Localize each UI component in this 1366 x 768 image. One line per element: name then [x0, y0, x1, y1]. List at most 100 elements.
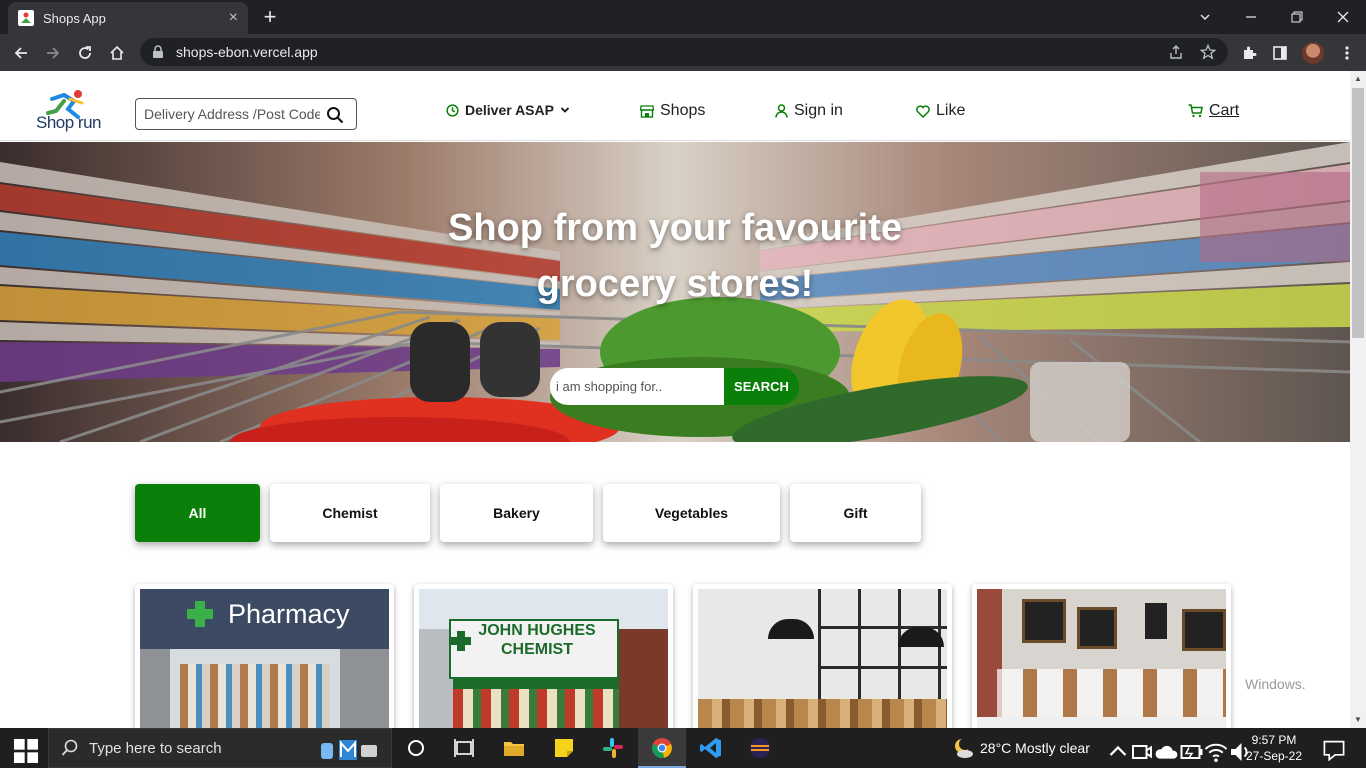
chrome-icon[interactable]: [650, 736, 674, 760]
taskbar-search-box[interactable]: Type here to search: [48, 728, 392, 768]
nav-cart-label: Cart: [1209, 102, 1240, 119]
page-scrollbar[interactable]: ▲ ▼: [1350, 71, 1366, 728]
chemist-shop-image: JOHN HUGHES CHEMIST: [419, 589, 668, 728]
category-chemist-button[interactable]: Chemist: [270, 484, 430, 542]
hero-banner: Shop from your favourite grocery stores!…: [0, 142, 1350, 442]
tab-title: Shops App: [43, 10, 106, 26]
task-view-icon[interactable]: [452, 736, 476, 760]
share-icon[interactable]: [1168, 44, 1184, 60]
show-hidden-icons-icon[interactable]: [1106, 740, 1130, 764]
eclipse-icon[interactable]: [748, 736, 772, 760]
hero-search-box[interactable]: SEARCH: [550, 368, 799, 405]
delivery-address-box[interactable]: [135, 98, 357, 130]
category-bakery-button[interactable]: Bakery: [440, 484, 593, 542]
reload-icon[interactable]: [72, 40, 98, 66]
pharmacy-shop-image: Pharmacy: [140, 589, 389, 728]
bakery-shop-image: [698, 589, 947, 728]
battery-icon[interactable]: [1180, 740, 1204, 764]
delivery-address-input[interactable]: [144, 106, 320, 122]
deliver-asap-dropdown[interactable]: Deliver ASAP: [446, 102, 576, 118]
category-filter-bar: All Chemist Bakery Vegetables Gift: [0, 484, 1350, 544]
nav-cart[interactable]: Cart: [1188, 102, 1239, 120]
chemist-sign: JOHN HUGHES CHEMIST: [478, 622, 596, 658]
browser-menu-icon[interactable]: [1334, 40, 1360, 66]
site-favicon: [18, 10, 34, 26]
side-panel-icon[interactable]: [1267, 40, 1293, 66]
nav-like[interactable]: Like: [916, 102, 965, 120]
vscode-icon[interactable]: [699, 736, 723, 760]
scrollbar-thumb[interactable]: [1352, 88, 1364, 338]
product-search-input[interactable]: [550, 368, 724, 405]
meet-now-icon[interactable]: [1130, 740, 1154, 764]
shop-card[interactable]: [693, 584, 952, 728]
forward-icon[interactable]: [40, 40, 66, 66]
back-icon[interactable]: [8, 40, 34, 66]
scroll-down-icon[interactable]: ▼: [1354, 715, 1362, 724]
nav-shops[interactable]: Shops: [640, 102, 705, 120]
tab-search-icon[interactable]: [1182, 0, 1228, 34]
weather-widget[interactable]: 28°C Mostly clear: [950, 728, 1090, 768]
shop-card[interactable]: JOHN HUGHES CHEMIST: [414, 584, 673, 728]
logo-text: Shop run: [36, 113, 102, 132]
taskbar-clock[interactable]: 9:57 PM 27-Sep-22: [1244, 732, 1304, 764]
pharmacy-sign: Pharmacy: [228, 599, 350, 629]
category-all-button[interactable]: All: [135, 484, 260, 542]
slack-icon[interactable]: [601, 736, 625, 760]
browser-tab[interactable]: Shops App ×: [8, 2, 248, 34]
scroll-up-icon[interactable]: ▲: [1354, 74, 1362, 83]
clock-date: 27-Sep-22: [1245, 749, 1303, 763]
clock-time: 9:57 PM: [1251, 733, 1297, 747]
new-tab-button[interactable]: +: [258, 6, 282, 30]
search-highlight-icon: [321, 740, 377, 760]
search-icon[interactable]: [326, 106, 344, 124]
activate-windows-watermark: Windows.: [1245, 676, 1306, 692]
file-explorer-icon[interactable]: [502, 736, 526, 760]
nav-shops-label: Shops: [660, 102, 706, 119]
shop-icon: [640, 104, 654, 118]
user-icon: [775, 104, 788, 118]
site-header: Shop run Deliver ASAP Shops Sign in Like…: [0, 71, 1350, 141]
lock-icon: [153, 45, 163, 58]
chevron-down-icon: [560, 107, 570, 113]
heart-icon: [916, 104, 930, 118]
weather-text: 28°C Mostly clear: [980, 740, 1090, 756]
restore-icon[interactable]: [1274, 0, 1320, 34]
weather-moon-icon: [955, 738, 973, 758]
url-text: shops-ebon.vercel.app: [176, 44, 318, 60]
category-gift-button[interactable]: Gift: [790, 484, 921, 542]
browser-toolbar: shops-ebon.vercel.app: [0, 34, 1366, 71]
shop-card[interactable]: [972, 584, 1231, 728]
taskbar-search-icon: [61, 739, 78, 756]
cafe-shop-image: [977, 589, 1226, 728]
close-window-icon[interactable]: [1320, 0, 1366, 34]
web-page: Shop run Deliver ASAP Shops Sign in Like…: [0, 71, 1350, 728]
notifications-icon[interactable]: [1322, 738, 1346, 762]
shop-card-grid: Pharmacy JOHN HUGHES CHEMIST: [0, 584, 1350, 728]
tab-close-icon[interactable]: ×: [229, 10, 238, 26]
shop-card[interactable]: Pharmacy: [135, 584, 394, 728]
sticky-notes-icon[interactable]: [552, 736, 576, 760]
home-icon[interactable]: [104, 40, 130, 66]
nav-like-label: Like: [936, 102, 966, 119]
cortana-icon[interactable]: [404, 736, 428, 760]
onedrive-icon[interactable]: [1154, 740, 1178, 764]
clock-icon: [446, 103, 459, 117]
extensions-icon[interactable]: [1236, 40, 1262, 66]
windows-start-icon[interactable]: [14, 739, 38, 763]
address-bar[interactable]: shops-ebon.vercel.app: [140, 38, 1228, 66]
windows-taskbar: Type here to search 28°C Mostly clear 9:…: [0, 728, 1366, 768]
wifi-icon[interactable]: [1204, 740, 1228, 764]
deliver-label: Deliver ASAP: [465, 102, 554, 118]
browser-tab-strip: Shops App × +: [0, 0, 1366, 34]
nav-sign-in-label: Sign in: [794, 102, 843, 119]
taskbar-search-placeholder: Type here to search: [89, 739, 222, 757]
nav-sign-in[interactable]: Sign in: [775, 102, 843, 120]
profile-avatar[interactable]: [1302, 42, 1324, 64]
minimize-icon[interactable]: [1228, 0, 1274, 34]
search-button[interactable]: SEARCH: [724, 368, 799, 405]
bookmark-star-icon[interactable]: [1200, 44, 1216, 60]
cart-icon: [1188, 104, 1203, 118]
hero-title: Shop from your favourite grocery stores!: [448, 207, 902, 305]
category-vegetables-button[interactable]: Vegetables: [603, 484, 780, 542]
site-logo[interactable]: Shop run: [34, 89, 104, 133]
